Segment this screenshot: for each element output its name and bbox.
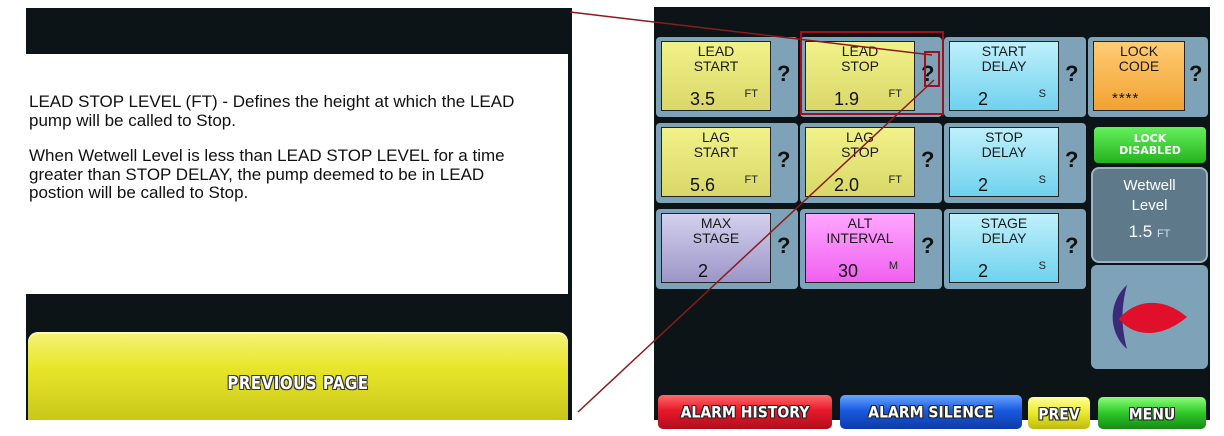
max-stage-label: MAX bbox=[700, 215, 732, 231]
lag-start-cell: LAG START 5.6 FT ? bbox=[656, 123, 798, 203]
lead-start-label: LEAD bbox=[697, 43, 735, 59]
lag-stop-tile[interactable]: LAG STOP 2.0 FT bbox=[805, 127, 915, 197]
max-stage-help-icon[interactable]: ? bbox=[777, 233, 791, 259]
alarm-history-button[interactable]: ALARM HISTORY bbox=[658, 395, 832, 429]
stage-delay-label: STAGE bbox=[980, 215, 1028, 231]
stage-delay-label-2: DELAY bbox=[981, 230, 1027, 246]
lock-code-tile[interactable]: LOCK CODE **** bbox=[1093, 41, 1185, 111]
lag-stop-unit: FT bbox=[888, 174, 902, 186]
start-delay-label-2: DELAY bbox=[981, 58, 1027, 74]
alt-interval-tile[interactable]: ALT INTERVAL 30 M bbox=[805, 213, 915, 283]
help-paragraph-2: When Wetwell Level is less than LEAD STO… bbox=[29, 146, 505, 202]
max-stage-cell: MAX STAGE 2 ? bbox=[656, 209, 798, 289]
lag-start-help-icon[interactable]: ? bbox=[777, 147, 791, 173]
max-stage-value: 2 bbox=[698, 261, 709, 281]
lock-code-help-icon[interactable]: ? bbox=[1189, 61, 1203, 87]
lead-stop-help-highlight bbox=[924, 51, 940, 87]
prev-button[interactable]: PREV bbox=[1028, 397, 1090, 429]
stage-delay-value: 2 bbox=[978, 261, 989, 281]
alt-interval-cell: ALT INTERVAL 30 M ? bbox=[800, 209, 942, 289]
previous-page-label: PREVIOUS PAGE bbox=[227, 372, 369, 394]
stop-delay-label: STOP bbox=[985, 129, 1023, 145]
stop-delay-value: 2 bbox=[978, 175, 989, 195]
wetwell-value: 1.5 bbox=[1128, 222, 1153, 241]
stop-delay-unit: S bbox=[1038, 174, 1046, 186]
start-delay-help-icon[interactable]: ? bbox=[1065, 61, 1079, 87]
alarm-history-label: ALARM HISTORY bbox=[680, 403, 810, 423]
lead-start-help-icon[interactable]: ? bbox=[777, 61, 791, 87]
lock-status-button[interactable]: LOCK DISABLED bbox=[1094, 127, 1206, 163]
lag-start-unit: FT bbox=[744, 174, 758, 186]
stage-delay-help-icon[interactable]: ? bbox=[1065, 233, 1079, 259]
stage-delay-unit: S bbox=[1038, 260, 1046, 272]
stop-delay-cell: STOP DELAY 2 S ? bbox=[944, 123, 1086, 203]
lag-stop-help-icon[interactable]: ? bbox=[921, 147, 935, 173]
max-stage-label-2: STAGE bbox=[692, 230, 740, 246]
lead-start-value: 3.5 bbox=[690, 89, 716, 109]
stop-delay-label-2: DELAY bbox=[981, 144, 1027, 160]
alarm-silence-label: ALARM SILENCE bbox=[868, 403, 994, 423]
lead-start-label-2: START bbox=[693, 58, 739, 74]
lag-stop-label-2: STOP bbox=[841, 144, 879, 160]
lead-start-cell: LEAD START 3.5 FT ? bbox=[656, 37, 798, 117]
controller-screen: LEAD START 3.5 FT ? LEAD STOP 1.9 FT ? STA… bbox=[654, 7, 1210, 429]
logo-panel bbox=[1091, 265, 1208, 369]
start-delay-value: 2 bbox=[978, 89, 989, 109]
lag-stop-label: LAG bbox=[845, 129, 874, 145]
max-stage-tile[interactable]: MAX STAGE 2 bbox=[661, 213, 771, 283]
start-delay-label: START bbox=[981, 43, 1027, 59]
wetwell-unit: FT bbox=[1156, 228, 1171, 240]
alarm-silence-button[interactable]: ALARM SILENCE bbox=[840, 395, 1022, 429]
wetwell-label-2: Level bbox=[1131, 197, 1168, 214]
wetwell-level-display: Wetwell Level 1.5 FT bbox=[1091, 167, 1208, 263]
lag-stop-value: 2.0 bbox=[834, 175, 860, 195]
alt-interval-label-2: INTERVAL bbox=[826, 230, 894, 246]
stage-delay-tile[interactable]: STAGE DELAY 2 S bbox=[949, 213, 1059, 283]
lock-status-line-1: LOCK bbox=[1133, 132, 1167, 145]
lead-start-tile[interactable]: LEAD START 3.5 FT bbox=[661, 41, 771, 111]
lag-start-label-2: START bbox=[693, 144, 739, 160]
lag-start-label: LAG bbox=[701, 129, 730, 145]
help-paragraph-1: LEAD STOP LEVEL (FT) - Defines the heigh… bbox=[29, 92, 515, 130]
alt-interval-value: 30 bbox=[838, 261, 859, 281]
start-delay-tile[interactable]: START DELAY 2 S bbox=[949, 41, 1059, 111]
previous-page-button[interactable]: PREVIOUS PAGE bbox=[28, 332, 568, 420]
help-screen: LEAD STOP LEVEL (FT) - Defines the heigh… bbox=[26, 8, 572, 420]
lag-start-tile[interactable]: LAG START 5.6 FT bbox=[661, 127, 771, 197]
alt-interval-label: ALT bbox=[847, 215, 873, 231]
lock-code-value: **** bbox=[1112, 90, 1140, 107]
start-delay-cell: START DELAY 2 S ? bbox=[944, 37, 1086, 117]
lock-code-label-2: CODE bbox=[1118, 58, 1160, 74]
alt-interval-help-icon[interactable]: ? bbox=[921, 233, 935, 259]
alt-interval-unit: M bbox=[888, 260, 898, 272]
pump-logo-icon bbox=[1112, 285, 1187, 349]
stage-delay-cell: STAGE DELAY 2 S ? bbox=[944, 209, 1086, 289]
help-text: LEAD STOP LEVEL (FT) - Defines the heigh… bbox=[29, 92, 529, 220]
start-delay-unit: S bbox=[1038, 88, 1046, 100]
lag-start-value: 5.6 bbox=[690, 175, 716, 195]
wetwell-label: Wetwell bbox=[1123, 177, 1176, 194]
lead-stop-highlight-box bbox=[800, 31, 944, 115]
prev-label: PREV bbox=[1038, 405, 1080, 425]
stop-delay-tile[interactable]: STOP DELAY 2 S bbox=[949, 127, 1059, 197]
lag-stop-cell: LAG STOP 2.0 FT ? bbox=[800, 123, 942, 203]
lead-start-unit: FT bbox=[744, 88, 758, 100]
menu-button[interactable]: MENU bbox=[1098, 397, 1206, 429]
lock-code-label: LOCK bbox=[1119, 43, 1159, 59]
menu-label: MENU bbox=[1128, 405, 1176, 425]
stop-delay-help-icon[interactable]: ? bbox=[1065, 147, 1079, 173]
lock-status-line-2: DISABLED bbox=[1119, 144, 1181, 157]
lock-code-cell: LOCK CODE **** ? bbox=[1088, 37, 1208, 117]
